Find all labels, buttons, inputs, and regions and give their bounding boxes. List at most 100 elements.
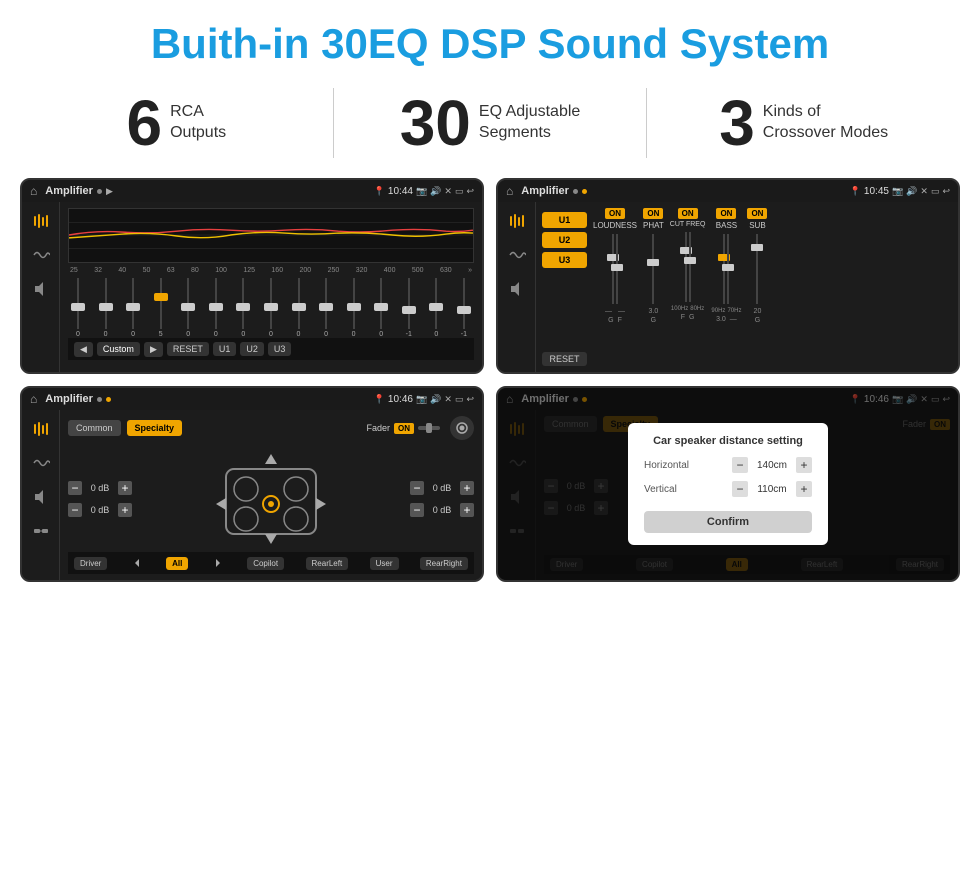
user-btn[interactable]: User xyxy=(370,557,399,570)
cutfreq-label: CUT FREQ xyxy=(670,221,706,228)
vertical-minus[interactable]: − xyxy=(732,481,748,497)
status-bar-2: ⌂ Amplifier 📍 10:45 📷 🔊 ✕ ▭ ↩ xyxy=(498,180,958,202)
camera-icon-3: 📷 xyxy=(416,394,427,405)
cutfreq-slider2[interactable] xyxy=(689,232,691,302)
tab-common[interactable]: Common xyxy=(68,420,121,436)
slider-11[interactable]: 0 xyxy=(346,278,362,338)
col-phat: ON PHAT 3.0 G xyxy=(643,208,664,366)
slider-4[interactable]: 5 xyxy=(153,278,169,338)
settings-btn[interactable] xyxy=(450,416,474,440)
eq-u3-btn[interactable]: U3 xyxy=(268,342,292,356)
confirm-button[interactable]: Confirm xyxy=(644,511,812,533)
all-btn[interactable]: All xyxy=(166,557,188,570)
vertical-control: − 110cm + xyxy=(732,481,812,497)
eq-play-btn[interactable]: ▶ xyxy=(144,342,163,357)
sidebar-vol-icon[interactable] xyxy=(30,278,52,300)
db-plus-br[interactable]: + xyxy=(460,503,474,517)
location-icon-2: 📍 xyxy=(850,186,861,197)
horizontal-minus[interactable]: − xyxy=(732,457,748,473)
camera-icon-2: 📷 xyxy=(892,186,903,197)
col-bass: ON BASS 90Hz70Hz xyxy=(711,208,741,366)
left-sidebar-3 xyxy=(22,410,60,580)
bass-gf: 3.0— xyxy=(716,316,737,323)
db-value-tl: 0 dB xyxy=(86,483,114,493)
db-plus-tr[interactable]: + xyxy=(460,481,474,495)
eq-u1-btn[interactable]: U1 xyxy=(213,342,237,356)
slider-7[interactable]: 0 xyxy=(235,278,251,338)
db-minus-br[interactable]: − xyxy=(410,503,424,517)
driver-btn[interactable]: Driver xyxy=(74,557,107,570)
bass-slider2[interactable] xyxy=(727,234,729,304)
slider-13[interactable]: -1 xyxy=(401,278,417,338)
phat-on[interactable]: ON xyxy=(643,208,663,219)
freq-320: 320 xyxy=(356,267,368,274)
stat-number-eq: 30 xyxy=(400,91,471,155)
arrow-right-btn[interactable] xyxy=(210,555,226,571)
tab-specialty[interactable]: Specialty xyxy=(127,420,183,436)
sidebar-wave-icon-3[interactable] xyxy=(30,452,52,474)
cutfreq-slider1[interactable] xyxy=(685,232,687,302)
preset-u1[interactable]: U1 xyxy=(542,212,587,228)
sidebar-wave-icon[interactable] xyxy=(30,244,52,266)
freq-200: 200 xyxy=(300,267,312,274)
db-minus-bl[interactable]: − xyxy=(68,503,82,517)
slider-5[interactable]: 0 xyxy=(180,278,196,338)
loudness-on[interactable]: ON xyxy=(605,208,625,219)
phat-slider[interactable] xyxy=(652,234,654,304)
eq-prev-btn[interactable]: ◀ xyxy=(74,342,93,357)
app-name-1: Amplifier xyxy=(45,185,93,197)
sidebar-eq-icon[interactable] xyxy=(30,210,52,232)
screen-content-1: 25 32 40 50 63 80 100 125 160 200 250 32… xyxy=(22,202,482,372)
copilot-btn[interactable]: Copilot xyxy=(247,557,284,570)
db-minus-tl[interactable]: − xyxy=(68,481,82,495)
db-plus-bl[interactable]: + xyxy=(118,503,132,517)
fader-label: Fader xyxy=(366,423,390,433)
loudness-slider2[interactable] xyxy=(616,234,618,304)
eq-u2-btn[interactable]: U2 xyxy=(240,342,264,356)
screen-eq: ⌂ Amplifier ▶ 📍 10:44 📷 🔊 ✕ ▭ ↩ xyxy=(20,178,484,374)
sidebar-vol-icon-3[interactable] xyxy=(30,486,52,508)
slider-2[interactable]: 0 xyxy=(98,278,114,338)
slider-9[interactable]: 0 xyxy=(291,278,307,338)
preset-u2[interactable]: U2 xyxy=(542,232,587,248)
eq-reset-btn[interactable]: RESET xyxy=(167,342,209,356)
slider-15[interactable]: -1 xyxy=(456,278,472,338)
slider-12[interactable]: 0 xyxy=(373,278,389,338)
slider-6[interactable]: 0 xyxy=(208,278,224,338)
arrow-left-btn[interactable] xyxy=(129,555,145,571)
sidebar-eq-icon-3[interactable] xyxy=(30,418,52,440)
horizontal-plus[interactable]: + xyxy=(796,457,812,473)
slider-10[interactable]: 0 xyxy=(318,278,334,338)
eq-graph xyxy=(68,208,474,263)
db-control-tr: − 0 dB + xyxy=(410,481,474,495)
fader-slider[interactable] xyxy=(418,422,440,434)
sub-slider[interactable] xyxy=(756,234,758,304)
slider-14[interactable]: 0 xyxy=(428,278,444,338)
db-plus-tl[interactable]: + xyxy=(118,481,132,495)
bass-on[interactable]: ON xyxy=(716,208,736,219)
speaker-area: − 0 dB + − 0 dB + xyxy=(68,446,474,552)
sidebar-wave-icon-2[interactable] xyxy=(506,244,528,266)
sidebar-eq-icon-2[interactable] xyxy=(506,210,528,232)
preset-u3[interactable]: U3 xyxy=(542,252,587,268)
sidebar-pan-icon-3[interactable] xyxy=(30,520,52,542)
slider-1[interactable]: 0 xyxy=(70,278,86,338)
cutfreq-on[interactable]: ON xyxy=(678,208,698,219)
rearright-btn[interactable]: RearRight xyxy=(420,557,468,570)
freq-160: 160 xyxy=(271,267,283,274)
app-name-3: Amplifier xyxy=(45,393,93,405)
vertical-plus[interactable]: + xyxy=(796,481,812,497)
reset-btn-amp[interactable]: RESET xyxy=(542,352,587,366)
rearleft-btn[interactable]: RearLeft xyxy=(306,557,349,570)
x-icon-3: ✕ xyxy=(444,394,452,405)
sub-on[interactable]: ON xyxy=(747,208,767,219)
loudness-label: LOUDNESS xyxy=(593,221,637,230)
slider-3[interactable]: 0 xyxy=(125,278,141,338)
phat-g: G xyxy=(651,317,656,324)
eq-custom-btn[interactable]: Custom xyxy=(97,342,140,356)
vol-icon-3: 🔊 xyxy=(430,394,441,405)
db-minus-tr[interactable]: − xyxy=(410,481,424,495)
slider-8[interactable]: 0 xyxy=(263,278,279,338)
sidebar-vol-icon-2[interactable] xyxy=(506,278,528,300)
left-db-controls: − 0 dB + − 0 dB + xyxy=(68,481,132,517)
